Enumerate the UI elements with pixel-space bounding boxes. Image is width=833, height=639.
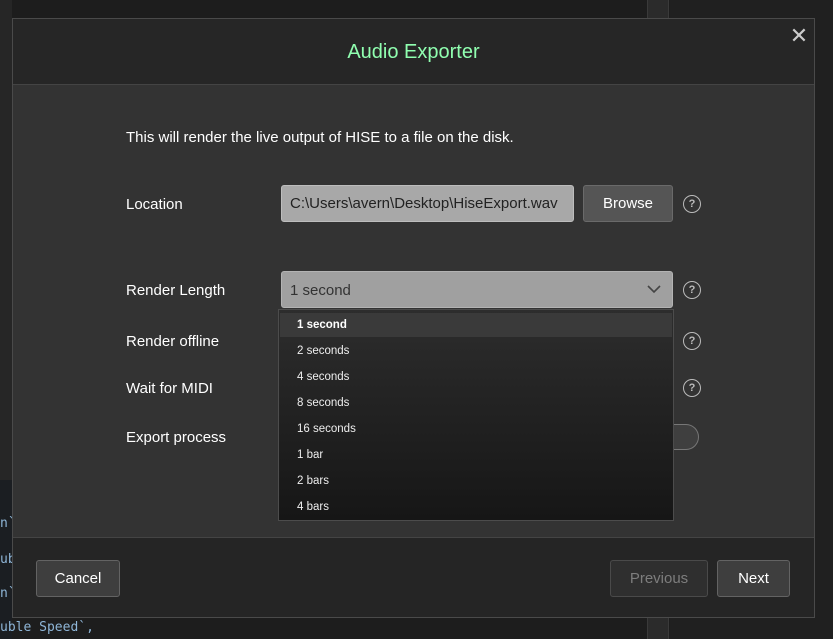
dropdown-option[interactable]: 1 bar (280, 443, 672, 467)
dropdown-option[interactable]: 16 seconds (280, 417, 672, 441)
background-code-editor: n` ub n` uble Speed`, (0, 480, 94, 639)
render-offline-help-icon[interactable]: ? (683, 332, 701, 350)
intro-text: This will render the live output of HISE… (126, 129, 514, 146)
dropdown-option[interactable]: 2 seconds (280, 339, 672, 363)
dropdown-option[interactable]: 1 second (280, 313, 672, 337)
render-length-label: Render Length (126, 282, 226, 299)
dropdown-option[interactable]: 4 seconds (280, 365, 672, 389)
wait-for-midi-label: Wait for MIDI (126, 380, 213, 397)
next-button[interactable]: Next (717, 560, 790, 597)
dialog-title-bar: Audio Exporter ✕ (13, 19, 814, 85)
dialog-title: Audio Exporter (347, 41, 480, 63)
cancel-button[interactable]: Cancel (36, 560, 120, 597)
audio-exporter-dialog: Audio Exporter ✕ This will render the li… (12, 18, 815, 618)
dropdown-option[interactable]: 8 seconds (280, 391, 672, 415)
render-length-selected-value: 1 second (290, 282, 351, 299)
location-help-icon[interactable]: ? (683, 195, 701, 213)
render-length-help-icon[interactable]: ? (683, 281, 701, 299)
render-length-select[interactable]: 1 second (281, 271, 673, 308)
location-label: Location (126, 196, 183, 213)
render-length-dropdown: 1 second 2 seconds 4 seconds 8 seconds 1… (278, 309, 674, 521)
export-process-toggle[interactable] (673, 424, 699, 450)
close-icon[interactable]: ✕ (787, 23, 811, 49)
chevron-down-icon (647, 285, 661, 294)
dropdown-option[interactable]: 2 bars (280, 469, 672, 493)
dropdown-option[interactable]: 4 bars (280, 495, 672, 519)
wait-for-midi-help-icon[interactable]: ? (683, 379, 701, 397)
browse-button[interactable]: Browse (583, 185, 673, 222)
previous-button[interactable]: Previous (610, 560, 708, 597)
export-process-label: Export process (126, 429, 227, 446)
render-offline-label: Render offline (126, 333, 220, 350)
dialog-footer: Cancel Previous Next (13, 537, 814, 617)
location-input[interactable]: C:\Users\avern\Desktop\HiseExport.wav (281, 185, 574, 222)
code-line: uble Speed`, (0, 620, 94, 635)
